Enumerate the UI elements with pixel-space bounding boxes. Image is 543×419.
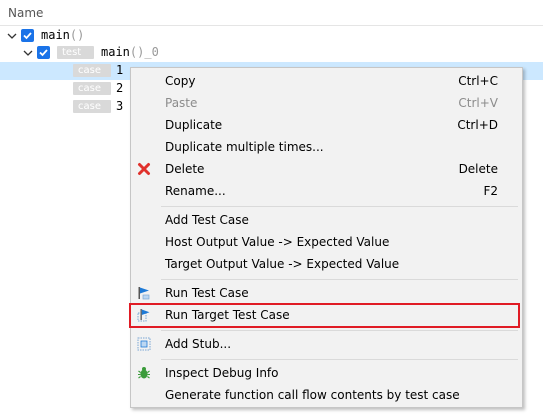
menu-item-label: Host Output Value -> Expected Value (165, 235, 390, 249)
menu-item-shortcut: Ctrl+C (458, 74, 498, 88)
highlight-box (129, 303, 520, 328)
menu-item-generate-flow[interactable]: Generate function call flow contents by … (131, 384, 522, 406)
checkbox-test[interactable] (37, 46, 50, 59)
menu-item-label: Paste (165, 96, 198, 110)
menu-item-label: Duplicate multiple times... (165, 140, 324, 154)
menu-item-delete[interactable]: Delete Delete (131, 158, 522, 180)
case-tag: case (73, 82, 111, 95)
menu-separator (161, 279, 518, 280)
case-label: 1 (116, 63, 124, 77)
tree-header: Name (0, 0, 543, 26)
tree-row-main[interactable]: main() (0, 27, 543, 45)
name-column-header[interactable]: Name (8, 6, 43, 20)
menu-item-label: Generate function call flow contents by … (165, 388, 460, 402)
menu-item-label: Copy (165, 74, 196, 88)
menu-item-shortcut: Ctrl+V (458, 96, 498, 110)
tree-label-main: main() (41, 28, 85, 42)
menu-item-add-test-case[interactable]: Add Test Case (131, 209, 522, 231)
case-tag: case (73, 64, 111, 77)
menu-separator (161, 359, 518, 360)
menu-item-copy[interactable]: Copy Ctrl+C (131, 70, 522, 92)
menu-item-add-stub[interactable]: Add Stub... (131, 333, 522, 355)
menu-item-duplicate-multiple[interactable]: Duplicate multiple times... (131, 136, 522, 158)
menu-item-label: Duplicate (165, 118, 223, 132)
menu-item-label: Inspect Debug Info (165, 366, 279, 380)
tree-row-test[interactable]: test main()_0 (0, 44, 543, 62)
menu-item-run-test-case[interactable]: Run Test Case (131, 282, 522, 304)
menu-item-duplicate[interactable]: Duplicate Ctrl+D (131, 114, 522, 136)
menu-item-label: Rename... (165, 184, 226, 198)
bug-icon (137, 366, 151, 380)
menu-item-label: Target Output Value -> Expected Value (165, 257, 400, 271)
menu-item-paste[interactable]: Paste Ctrl+V (131, 92, 522, 114)
menu-item-inspect-debug[interactable]: Inspect Debug Info (131, 362, 522, 384)
case-tag: case (73, 100, 111, 113)
chevron-down-icon[interactable] (23, 48, 33, 58)
context-menu: Copy Ctrl+C Paste Ctrl+V Duplicate Ctrl+… (130, 67, 523, 408)
menu-item-shortcut: F2 (483, 184, 498, 198)
menu-item-label: Add Stub... (165, 337, 232, 351)
menu-separator (161, 206, 518, 207)
delete-icon (137, 162, 151, 176)
menu-item-label: Add Test Case (165, 213, 249, 227)
menu-separator (161, 330, 518, 331)
menu-item-host-output[interactable]: Host Output Value -> Expected Value (131, 231, 522, 253)
menu-item-target-output[interactable]: Target Output Value -> Expected Value (131, 253, 522, 275)
test-tag: test (57, 46, 94, 59)
menu-item-label: Run Test Case (165, 286, 249, 300)
checkbox-main[interactable] (21, 29, 34, 42)
case-label: 2 (116, 81, 124, 95)
run-flag-icon (137, 286, 151, 300)
stub-icon (137, 337, 151, 351)
tree-label-test: main()_0 (101, 45, 159, 59)
menu-item-shortcut: Delete (458, 162, 498, 176)
menu-item-rename[interactable]: Rename... F2 (131, 180, 522, 202)
chevron-down-icon[interactable] (7, 31, 17, 41)
menu-item-label: Delete (165, 162, 205, 176)
case-label: 3 (116, 99, 124, 113)
menu-item-shortcut: Ctrl+D (457, 118, 498, 132)
